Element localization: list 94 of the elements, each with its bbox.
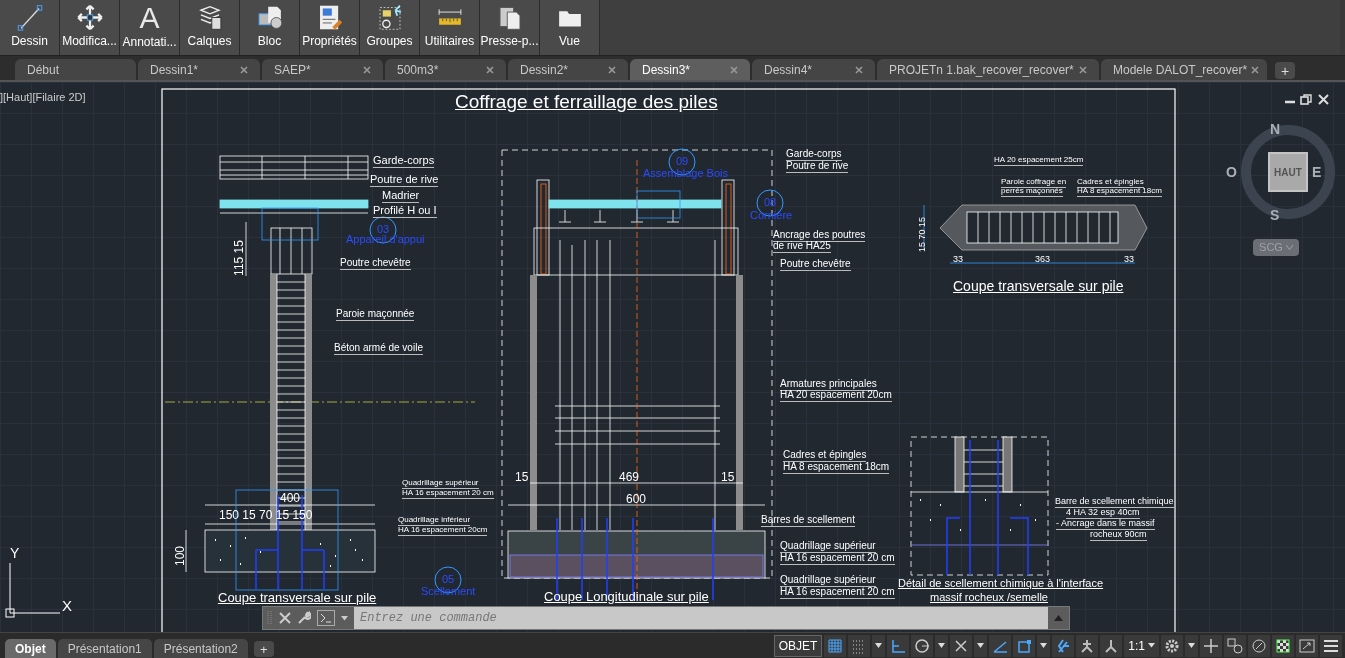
annotation-label: HA 16 espacement 20 cm <box>780 553 895 565</box>
annotation-label: Garde-corps <box>373 155 435 168</box>
annotation-label: Cadres et épingles <box>783 450 867 462</box>
ribbon-panel-button[interactable]: Groupes <box>360 0 420 55</box>
model-space-button[interactable]: OBJET <box>773 634 823 657</box>
layout-tab[interactable]: Présentation2 <box>153 639 248 658</box>
ribbon-panel-button[interactable]: Modifica... <box>60 0 120 55</box>
view-title: Coupe transversale sur pile <box>953 279 1124 293</box>
layout-tab[interactable]: Présentation1 <box>57 639 152 658</box>
callout-number: 09 <box>676 156 689 167</box>
y-axis-label: Y <box>10 546 20 560</box>
file-tab[interactable]: Dessin4* <box>752 59 875 80</box>
dimension-text: 469 <box>619 471 640 483</box>
dimension-text: 400 <box>280 492 301 504</box>
compass-east-label: E <box>1312 165 1322 179</box>
callout-label: Cornière <box>750 210 793 221</box>
command-input[interactable]: Entrez une commande <box>354 607 1048 629</box>
annotation-label: rocheux 90cm <box>1090 530 1147 541</box>
compass-south-label: S <box>1270 208 1280 222</box>
annotation-label: Quadrillage inférieur <box>398 516 471 526</box>
dimension-text: 363 <box>1035 255 1051 264</box>
annotation-label: Poutre chevêtre <box>780 259 851 271</box>
annotation-label: Paroie maçonnée <box>336 309 415 321</box>
annotation-label: Armatures principales <box>780 379 877 391</box>
file-tab[interactable]: Dessin2* <box>508 59 628 80</box>
view-title: Coupe transversale sur pile <box>218 591 377 604</box>
annotation-label: 4 HA 32 esp 40cm <box>1066 508 1140 519</box>
annotation-label: Cadres et épingles <box>1077 178 1144 188</box>
ribbon-panel-button[interactable]: Vue <box>540 0 600 55</box>
callout-number: 05 <box>442 574 455 585</box>
callout-number: 03 <box>377 224 390 235</box>
dimension-text: 15 70 15 <box>918 217 927 252</box>
scale-dropdown[interactable]: 1:1 <box>1124 634 1159 657</box>
file-tab[interactable]: Dessin3* <box>630 59 750 80</box>
view-title: massif rocheux /semelle <box>930 592 1048 603</box>
view-title: Coupe Longitudinale sur pile <box>544 590 709 603</box>
callout-label: Appareil d'appui <box>346 234 425 245</box>
annotation-label: Garde-corps <box>786 149 842 161</box>
letter-a-icon: A <box>139 3 160 33</box>
annotation-label: Paroie coffrage en <box>1001 178 1067 188</box>
annotation-label: - Ancrage dans le massif <box>1056 519 1155 530</box>
annotation-label: Quadrillage supérieur <box>780 541 876 553</box>
annotation-label: HA 20 espacement 20cm <box>780 390 892 402</box>
dimension-text: 600 <box>626 493 647 505</box>
annotation-label: de rive HA25 <box>773 241 831 253</box>
callout-label: Assemblage Bois <box>643 168 728 179</box>
dimension-text: 15 <box>721 471 735 483</box>
annotation-label: Poutre de rive <box>370 174 439 187</box>
file-tab[interactable]: PROJETn 1.bak_recover_recover* <box>877 59 1099 80</box>
callout-number: 08 <box>764 197 777 208</box>
ribbon-panel-button[interactable]: Presse-p... <box>480 0 540 55</box>
callout-label: Scellement <box>421 586 476 597</box>
new-tab-button[interactable]: + <box>1275 62 1295 79</box>
dimension-text: 33 <box>953 255 963 264</box>
file-tab[interactable]: Dessin1* <box>138 59 260 80</box>
file-tab[interactable]: Modele DALOT_recover* <box>1101 59 1267 80</box>
annotation-label: Quadrillage supérieur <box>780 575 876 587</box>
x-axis-label: X <box>62 598 72 613</box>
new-layout-button[interactable]: + <box>253 641 274 657</box>
annotation-label: perrés maçonnés <box>1001 187 1063 197</box>
annotation-label: Poutre de rive <box>786 161 849 173</box>
compass-north-label: N <box>1270 122 1281 136</box>
annotation-label: Profilé H ou I <box>373 205 437 218</box>
ribbon-panel-button[interactable]: Bloc <box>240 0 300 55</box>
ribbon-panel-button[interactable]: A Annotati... <box>120 0 180 55</box>
annotation-label: HA 16 espacement 20 cm <box>402 489 494 499</box>
annotation-label: Madrier <box>382 190 420 203</box>
annotation-label: Poutre chevêtre <box>340 258 411 270</box>
annotation-label: Quadrillage supérieur <box>402 479 479 489</box>
compass-west-label: O <box>1226 165 1237 179</box>
ribbon-panel-button[interactable]: Utilitaires <box>420 0 480 55</box>
ribbon-panel-button[interactable]: Calques <box>180 0 240 55</box>
file-tab[interactable]: Début <box>15 59 136 80</box>
dimension-text: 15 <box>515 471 529 483</box>
annotation-label: HA 20 espacement 25cm <box>994 156 1084 166</box>
drawing-title: Coffrage et ferraillage des piles <box>455 92 718 111</box>
annotation-label: HA 8 espacement 18cm <box>1077 187 1162 197</box>
ribbon-panel-button[interactable]: Dessin <box>0 0 60 55</box>
annotation-label: HA 16 espacement 20 cm <box>780 587 895 599</box>
layout-tab[interactable]: Objet <box>5 639 56 658</box>
file-tab[interactable]: SAEP* <box>262 59 383 80</box>
file-tab[interactable]: 500m3* <box>385 59 506 80</box>
view-title: Détail de scellement chimique à l'interface <box>898 578 1104 589</box>
annotation-label: HA 8 espacement 18cm <box>783 462 890 474</box>
annotation-label: Ancrage des poutres <box>773 230 866 242</box>
annotation-label: Béton armé de voile <box>334 343 423 355</box>
dimension-text: 33 <box>1124 255 1134 264</box>
annotation-label: HA 16 espacement 20cm <box>398 526 488 536</box>
viewport-label[interactable]: ][Haut][Filaire 2D] <box>0 92 86 103</box>
dimension-text: 100 <box>174 546 186 566</box>
dimension-text: 115 15 <box>232 240 245 276</box>
annotation-label: Barres de scellement <box>761 515 855 527</box>
ribbon-panel-button[interactable]: Propriétés <box>300 0 360 55</box>
annotation-label: Barre de scellement chimique <box>1055 497 1174 508</box>
